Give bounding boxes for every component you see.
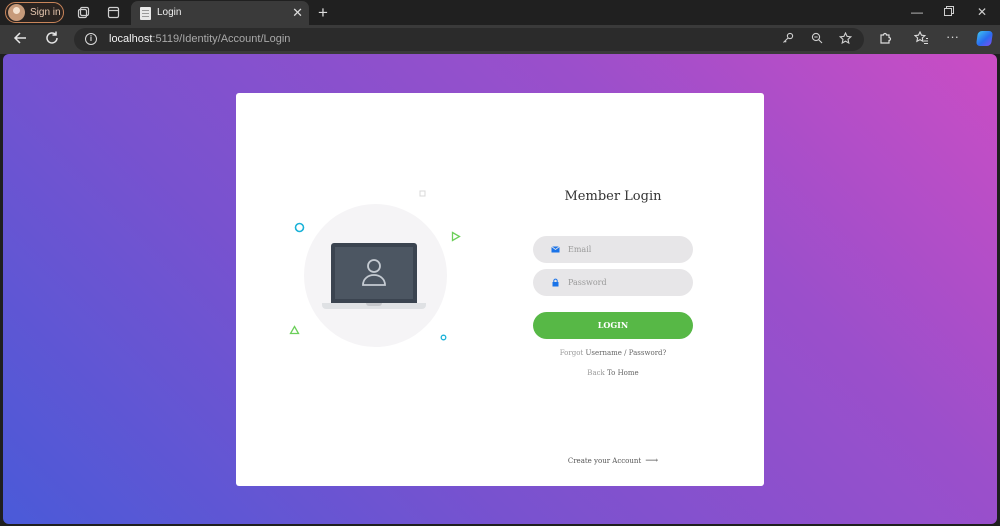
restore-button[interactable] (944, 5, 954, 19)
email-field[interactable] (533, 236, 693, 263)
favorites-icon[interactable] (913, 30, 929, 48)
tab-title: Login (157, 7, 182, 18)
forgot-password-link[interactable]: Username / Password? (585, 349, 666, 357)
zoom-icon[interactable] (811, 32, 823, 47)
avatar (8, 4, 25, 21)
password-input[interactable] (568, 269, 688, 296)
login-button[interactable]: LOGIN (533, 312, 693, 339)
tab-strip: Sign in Login ✕ + — ✕ (0, 0, 1000, 25)
url-host: localhost (109, 33, 153, 45)
more-icon[interactable]: ··· (946, 29, 959, 44)
circle-deco-icon (294, 222, 305, 233)
tab-actions-icon[interactable] (77, 6, 90, 19)
create-account-label: Create your Account (567, 457, 642, 465)
password-field[interactable] (533, 269, 693, 296)
forgot-prefix: Forgot (559, 349, 584, 357)
create-account-link[interactable]: Create your Account ⟶ (533, 456, 693, 466)
browser-toolbar: i localhost:5119/Identity/Account/Login … (0, 25, 1000, 54)
info-icon[interactable]: i (85, 33, 97, 45)
back-icon[interactable] (12, 30, 28, 51)
extensions-icon[interactable] (878, 31, 892, 48)
back-home-link[interactable]: To Home (607, 369, 639, 377)
forgot-password-row: Forgot Username / Password? (533, 349, 693, 357)
profile-button[interactable]: Sign in (5, 2, 64, 23)
back-home-row: Back To Home (533, 369, 693, 377)
square-deco-icon (419, 190, 426, 197)
url-text[interactable]: localhost:5119/Identity/Account/Login (109, 33, 290, 45)
tab-login[interactable]: Login ✕ (131, 1, 309, 25)
envelope-icon (551, 246, 560, 253)
login-card: Member Login LOGIN Forgot Username / Pas… (236, 93, 764, 486)
play-deco-icon (451, 231, 461, 242)
new-tab-button[interactable]: + (318, 3, 328, 23)
vertical-tabs-icon[interactable] (107, 6, 120, 19)
lock-icon (552, 278, 559, 287)
url-path: :5119/Identity/Account/Login (152, 33, 291, 45)
key-icon[interactable] (782, 32, 794, 47)
favorite-icon[interactable] (838, 31, 853, 48)
triangle-deco-icon (289, 325, 300, 335)
user-icon (362, 259, 386, 286)
address-bar[interactable]: i localhost:5119/Identity/Account/Login (74, 28, 864, 51)
page-background: Member Login LOGIN Forgot Username / Pas… (3, 54, 997, 524)
arrow-right-icon: ⟶ (645, 456, 659, 466)
close-window-button[interactable]: ✕ (977, 5, 987, 19)
back-prefix: Back (587, 369, 605, 377)
profile-label: Sign in (30, 7, 61, 18)
close-tab-icon[interactable]: ✕ (292, 5, 303, 21)
dot-deco-icon (440, 334, 447, 341)
copilot-icon[interactable] (975, 31, 994, 46)
email-input[interactable] (568, 236, 688, 263)
refresh-icon[interactable] (44, 30, 60, 51)
minimize-button[interactable]: — (911, 5, 923, 19)
laptop-base (322, 303, 426, 309)
form-title: Member Login (564, 189, 662, 204)
page-icon (140, 7, 151, 20)
